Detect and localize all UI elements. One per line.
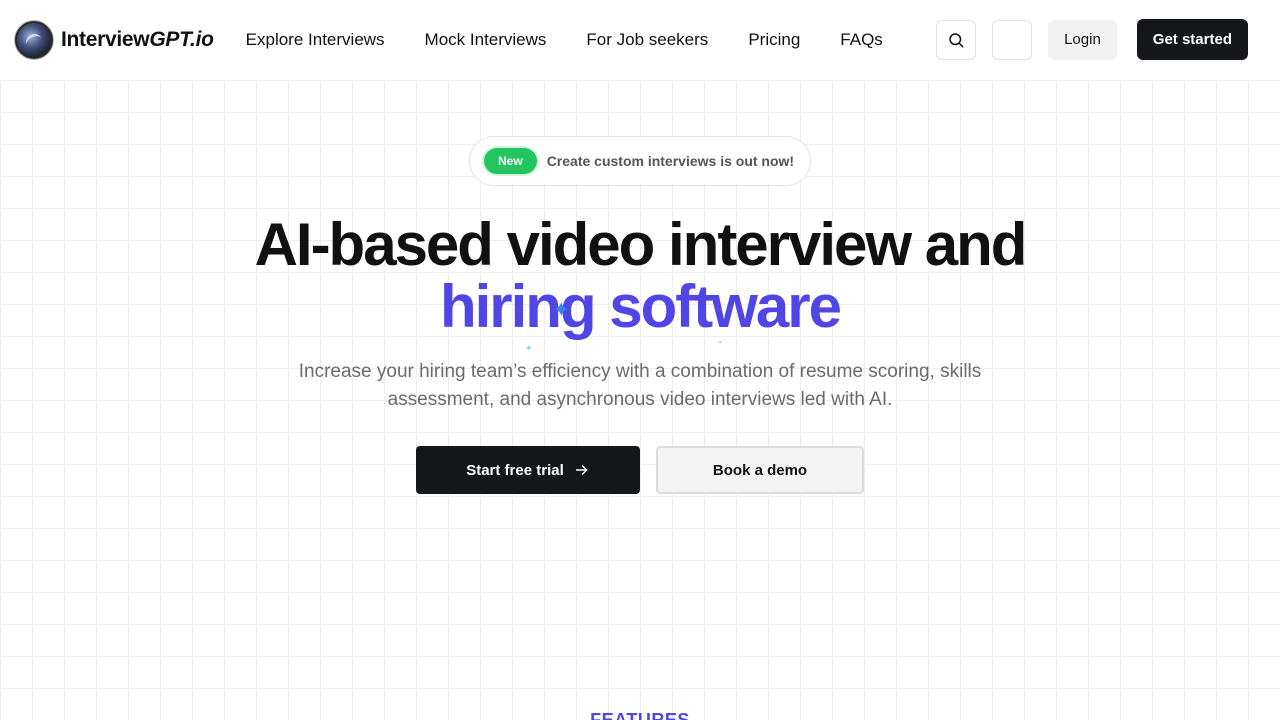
- search-button[interactable]: [936, 19, 977, 60]
- site-header: InterviewGPT.io Explore Interviews Mock …: [0, 0, 1280, 80]
- search-icon: [949, 32, 964, 47]
- logo-text: InterviewGPT.io: [61, 28, 214, 52]
- sparkle-icon: ✦: [718, 340, 723, 346]
- nav-link-faqs[interactable]: FAQs: [840, 30, 883, 50]
- main-nav: Explore Interviews Mock Interviews For J…: [246, 30, 883, 50]
- book-a-demo-button[interactable]: Book a demo: [656, 446, 864, 494]
- new-badge: New: [484, 148, 537, 174]
- announcement-pill[interactable]: New Create custom interviews is out now!: [469, 136, 811, 186]
- logo-text-part2: GPT.io: [149, 28, 214, 51]
- hero-title-accent: hiring software: [439, 273, 842, 340]
- get-started-button[interactable]: Get started: [1136, 19, 1248, 60]
- announcement-text: Create custom interviews is out now!: [546, 153, 795, 169]
- hero-title-line1: AI-based video interview and: [254, 211, 1028, 278]
- nav-link-explore-interviews[interactable]: Explore Interviews: [246, 30, 385, 50]
- nav-link-pricing[interactable]: Pricing: [748, 30, 800, 50]
- nav-link-for-job-seekers[interactable]: For Job seekers: [586, 30, 708, 50]
- page: InterviewGPT.io Explore Interviews Mock …: [0, 0, 1280, 720]
- login-button[interactable]: Login: [1048, 19, 1117, 60]
- start-free-trial-label: Start free trial: [466, 461, 564, 479]
- nav-link-mock-interviews[interactable]: Mock Interviews: [425, 30, 547, 50]
- arrow-right-icon: [574, 462, 590, 478]
- theme-toggle-button[interactable]: [992, 19, 1033, 60]
- sparkle-icon: ✦: [525, 343, 533, 353]
- sparkle-icon: ✦: [552, 297, 571, 322]
- logo-text-part1: Interview: [61, 28, 150, 51]
- interviewgpt-logo-icon: [15, 21, 53, 59]
- logo[interactable]: InterviewGPT.io: [15, 21, 214, 59]
- hero-subtitle-line2: assessment, and asynchronous video inter…: [387, 389, 893, 410]
- hero-title: AI-based video interview and hiring soft…: [0, 214, 1280, 338]
- start-free-trial-button[interactable]: Start free trial: [416, 446, 640, 494]
- hero-subtitle-line1: Increase your hiring team’s efficiency w…: [298, 361, 982, 382]
- hero-subtitle: Increase your hiring team’s efficiency w…: [260, 358, 1020, 414]
- features-section-label: FEATURES: [590, 710, 690, 720]
- header-actions: Login Get started: [936, 19, 1248, 60]
